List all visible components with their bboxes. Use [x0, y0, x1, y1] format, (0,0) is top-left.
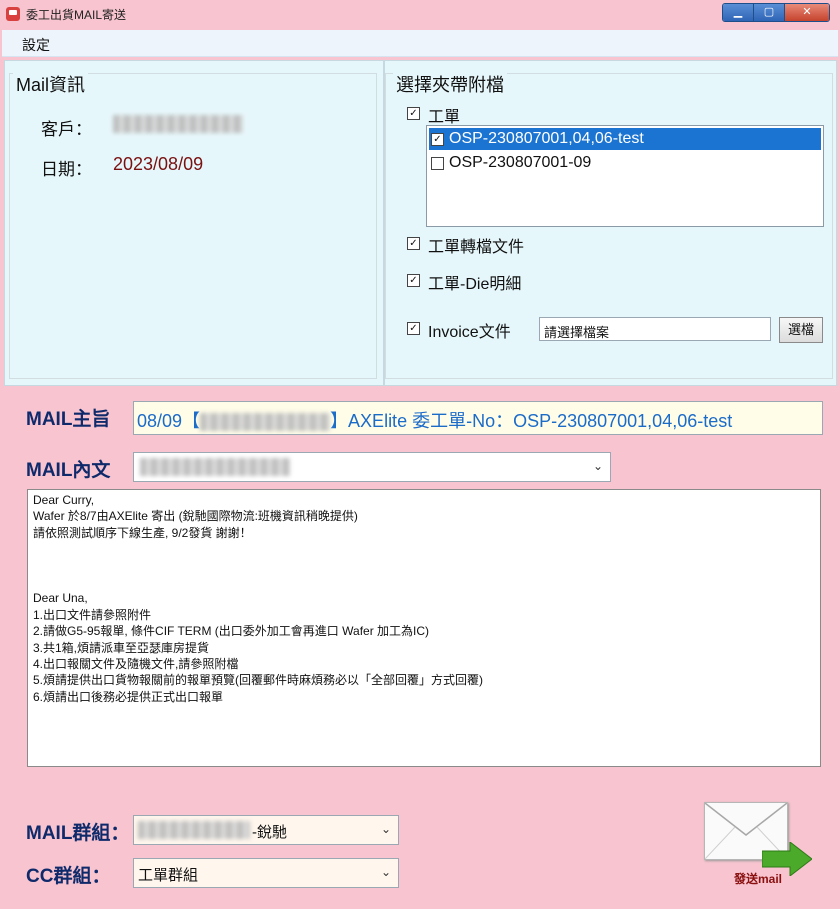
- invoice-label: Invoice文件: [428, 324, 511, 341]
- mail-group-suffix: -銳馳: [252, 824, 287, 841]
- body-template-redacted: [140, 458, 290, 476]
- send-mail-button[interactable]: 發送mail: [700, 802, 820, 888]
- window-controls: ▁ ▢ ✕: [722, 3, 830, 22]
- mail-info-panel: Mail資訊 客戶： 日期： 2023/08/09: [4, 60, 384, 386]
- subject-suffix: 】AXElite 委工單-No：OSP-230807001,04,06-test: [330, 411, 733, 431]
- list-item-checkbox[interactable]: ✓: [431, 133, 444, 146]
- subject-redacted: [200, 413, 331, 432]
- body-template-select[interactable]: ⌄: [133, 452, 611, 482]
- subject-prefix: 08/09【: [137, 411, 201, 431]
- conversion-docs-label: 工單轉檔文件: [428, 239, 525, 256]
- subject-label: MAIL主旨: [26, 409, 111, 430]
- list-item-checkbox[interactable]: [431, 157, 444, 170]
- mail-body-textarea[interactable]: Dear Curry, Wafer 於8/7由AXElite 寄出 (銳馳國際物…: [27, 489, 821, 767]
- customer-value-redacted: [113, 115, 243, 138]
- mail-group-label: MAIL群組：: [26, 823, 130, 844]
- body-label: MAIL內文: [26, 460, 111, 481]
- date-label: 日期：: [41, 160, 92, 179]
- mail-info-legend: Mail資訊: [13, 71, 89, 97]
- list-item[interactable]: ✓ OSP-230807001,04,06-test: [429, 128, 821, 150]
- title-bar: 委工出貨MAIL寄送 ▁ ▢ ✕: [0, 0, 840, 28]
- work-order-checkbox[interactable]: ✓: [407, 107, 420, 120]
- subject-text: 08/09【 】AXElite 委工單-No：OSP-230807001,04,0…: [137, 407, 732, 433]
- work-order-list[interactable]: ✓ OSP-230807001,04,06-test OSP-230807001…: [426, 125, 824, 227]
- invoice-file-input[interactable]: 請選擇檔案: [539, 317, 771, 341]
- chevron-down-icon: ⌄: [380, 865, 391, 879]
- cc-group-label: CC群組：: [26, 866, 111, 887]
- subject-field[interactable]: 08/09【 】AXElite 委工單-No：OSP-230807001,04,0…: [133, 401, 823, 435]
- die-details-checkbox[interactable]: ✓: [407, 274, 420, 287]
- chevron-down-icon: ⌄: [380, 822, 391, 836]
- list-item-label: OSP-230807001-09: [449, 154, 592, 171]
- list-item[interactable]: OSP-230807001-09: [429, 152, 821, 174]
- list-item-label: OSP-230807001,04,06-test: [449, 130, 644, 147]
- send-mail-label: 發送mail: [734, 872, 783, 886]
- minimize-button[interactable]: ▁: [723, 4, 754, 21]
- menu-bar: 設定: [2, 30, 838, 57]
- menu-settings[interactable]: 設定: [22, 35, 50, 55]
- close-button[interactable]: ✕: [785, 4, 829, 21]
- work-order-label: 工單: [428, 109, 461, 126]
- invoice-checkbox[interactable]: ✓: [407, 322, 420, 335]
- conversion-docs-checkbox[interactable]: ✓: [407, 237, 420, 250]
- cc-group-value: 工單群組: [138, 867, 199, 884]
- browse-file-button[interactable]: 選檔: [779, 317, 823, 343]
- window-title: 委工出貨MAIL寄送: [26, 8, 127, 22]
- date-value: 2023/08/09: [113, 154, 204, 174]
- die-details-label: 工單-Die明細: [428, 276, 522, 293]
- mail-group-select[interactable]: -銳馳 ⌄: [133, 815, 399, 845]
- customer-label: 客戶：: [41, 120, 92, 139]
- cc-group-select[interactable]: 工單群組 ⌄: [133, 858, 399, 888]
- mail-group-redacted: [138, 821, 250, 839]
- app-mail-icon: [6, 7, 20, 21]
- maximize-button[interactable]: ▢: [754, 4, 785, 21]
- attachments-legend: 選擇夾帶附檔: [393, 71, 507, 97]
- chevron-down-icon: ⌄: [592, 459, 603, 473]
